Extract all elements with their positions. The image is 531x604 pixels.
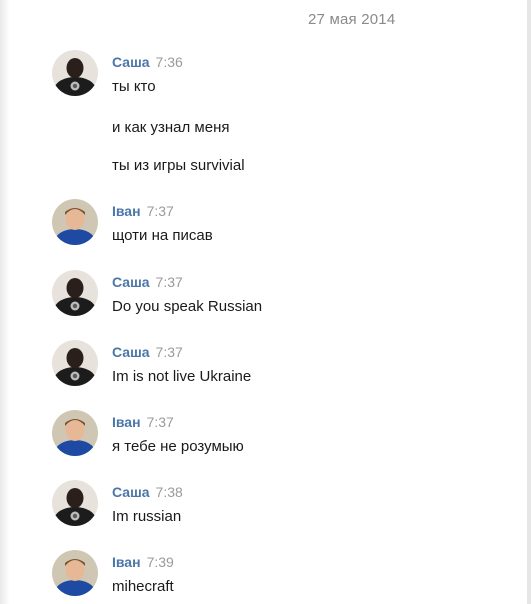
user-photo-icon (52, 340, 98, 386)
message-header: Саша 7:38 (112, 484, 183, 502)
author-name[interactable]: Саша (112, 54, 150, 70)
author-name[interactable]: Саша (112, 484, 150, 500)
message-header: Іван 7:39 (112, 554, 174, 572)
avatar-sasha[interactable] (52, 270, 98, 316)
message-text: ты кто (112, 78, 156, 95)
user-photo-icon (52, 270, 98, 316)
message-header: Іван 7:37 (112, 203, 174, 221)
message-header: Іван 7:37 (112, 414, 174, 432)
message-text: mihecraft (112, 578, 174, 595)
message-time: 7:37 (146, 203, 174, 219)
chat-window: 27 мая 2014 Саша 7:36 ты кто и как узнал … (0, 0, 531, 604)
avatar-sasha[interactable] (52, 50, 98, 96)
date-separator: 27 мая 2014 (308, 11, 396, 28)
user-photo-icon (52, 480, 98, 526)
message-header: Саша 7:37 (112, 274, 183, 292)
message-header: Саша 7:37 (112, 344, 183, 362)
author-name[interactable]: Іван (112, 414, 141, 430)
message-time: 7:37 (146, 414, 174, 430)
message-time: 7:37 (155, 344, 183, 360)
avatar-ivan[interactable] (52, 410, 98, 456)
avatar-ivan[interactable] (52, 550, 98, 596)
message-text: я тебе не розумыю (112, 438, 244, 455)
left-shadow (0, 0, 10, 604)
avatar-sasha[interactable] (52, 340, 98, 386)
author-name[interactable]: Саша (112, 344, 150, 360)
user-photo-icon (52, 199, 98, 245)
message-header: Саша 7:36 (112, 54, 183, 72)
message-time: 7:39 (146, 554, 174, 570)
user-photo-icon (52, 550, 98, 596)
author-name[interactable]: Саша (112, 274, 150, 290)
avatar-sasha[interactable] (52, 480, 98, 526)
author-name[interactable]: Іван (112, 554, 141, 570)
avatar-ivan[interactable] (52, 199, 98, 245)
message-time: 7:37 (155, 274, 183, 290)
message-text: щоти на писав (112, 227, 213, 244)
message-text: Im russian (112, 508, 182, 525)
message-text: Do you speak Russian (112, 298, 263, 315)
message-text: и как узнал меня (112, 119, 230, 136)
user-photo-icon (52, 410, 98, 456)
message-text: ты из игры survivial (112, 157, 245, 174)
message-text: Im is not live Ukraine (112, 368, 252, 385)
right-scroll-edge (527, 0, 531, 604)
author-name[interactable]: Іван (112, 203, 141, 219)
message-time: 7:36 (155, 54, 183, 70)
message-time: 7:38 (155, 484, 183, 500)
user-photo-icon (52, 50, 98, 96)
